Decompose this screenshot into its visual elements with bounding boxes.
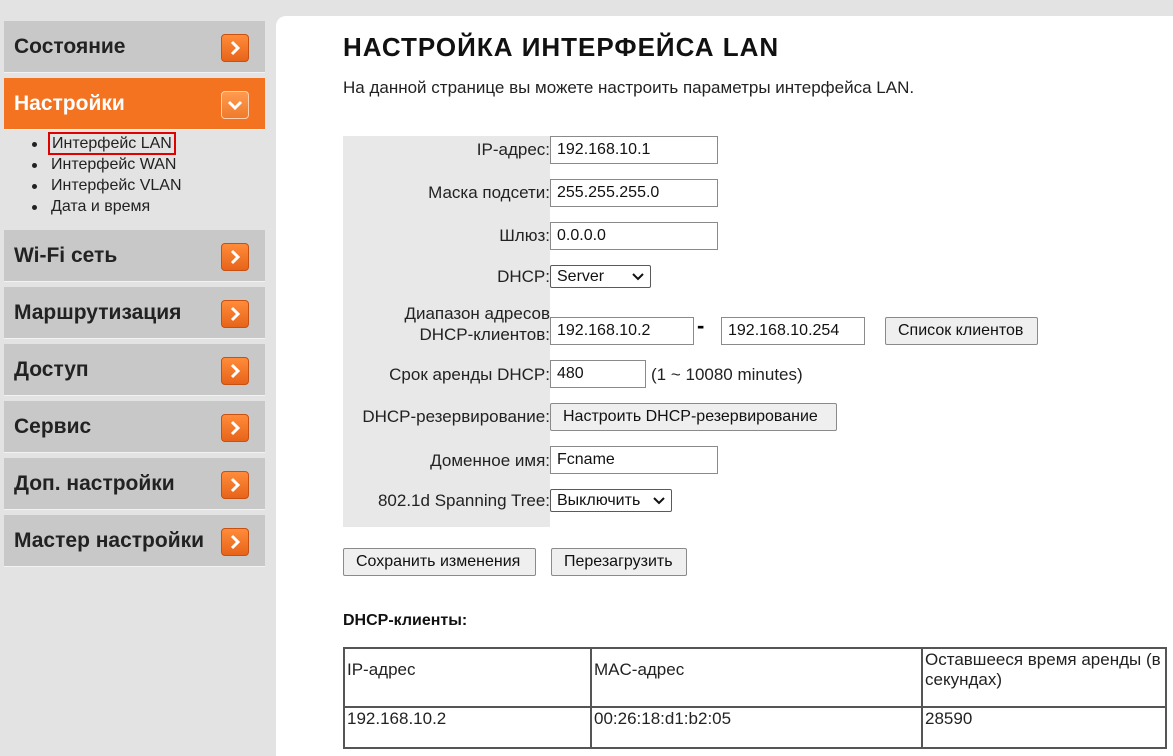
submenu-item-vlan[interactable]: Интерфейс VLAN xyxy=(30,175,182,196)
table-cell-ip: 192.168.10.2 xyxy=(343,706,592,749)
submenu-item-wan[interactable]: Интерфейс WAN xyxy=(30,154,182,175)
menu-item-label: Состояние xyxy=(14,35,126,58)
dhcp-range-start-input[interactable]: 192.168.10.2 xyxy=(550,317,694,345)
page-title: НАСТРОЙКА ИНТЕРФЕЙСА LAN xyxy=(343,32,780,62)
client-list-button[interactable]: Список клиентов xyxy=(885,317,1038,345)
menu-item-label: Wi-Fi сеть xyxy=(14,244,118,267)
dhcp-mode-select[interactable]: Server xyxy=(550,265,651,288)
menu-item-service[interactable]: Сервис xyxy=(4,401,265,453)
chevron-down-icon xyxy=(653,493,665,511)
column-header-mac: MAC-адрес xyxy=(590,647,923,708)
column-header-ip: IP-адрес xyxy=(343,647,592,708)
chevron-down-icon[interactable] xyxy=(221,91,249,119)
submenu-item-label[interactable]: Дата и время xyxy=(51,198,150,215)
submenu-item-datetime[interactable]: Дата и время xyxy=(30,196,182,217)
menu-item-status[interactable]: Состояние xyxy=(4,21,265,73)
dhcp-reservation-label: DHCP-резервирование: xyxy=(362,407,550,426)
table-cell-lease-remaining: 28590 xyxy=(921,706,1167,749)
menu-item-wizard[interactable]: Мастер настройки xyxy=(4,515,265,567)
table-header-row: IP-адрес MAC-адрес Оставшееся время арен… xyxy=(343,647,1167,708)
gateway-input[interactable]: 0.0.0.0 xyxy=(550,222,718,250)
menu-item-wifi[interactable]: Wi-Fi сеть xyxy=(4,230,265,282)
dhcp-reservation-button[interactable]: Настроить DHCP-резервирование xyxy=(550,403,837,431)
menu-item-label: Сервис xyxy=(14,415,92,438)
domain-name-label: Доменное имя: xyxy=(430,451,550,470)
dhcp-mode-value: Server xyxy=(557,268,605,285)
spanning-tree-select[interactable]: Выключить xyxy=(550,489,672,512)
chevron-right-icon[interactable] xyxy=(221,357,249,385)
gateway-label: Шлюз: xyxy=(499,226,550,245)
subnet-mask-input[interactable]: 255.255.255.0 xyxy=(550,179,718,207)
menu-item-access[interactable]: Доступ xyxy=(4,344,265,396)
lease-time-hint: (1 ~ 10080 minutes) xyxy=(651,365,803,384)
menu-item-settings[interactable]: Настройки xyxy=(4,78,265,130)
submenu-item-label[interactable]: Интерфейс LAN xyxy=(48,132,176,155)
spanning-tree-value: Выключить xyxy=(557,492,641,509)
column-header-lease-remaining: Оставшееся время аренды (в секундах) xyxy=(921,647,1167,708)
page-description: На данной странице вы можете настроить п… xyxy=(343,78,915,97)
submenu-item-lan[interactable]: Интерфейс LAN xyxy=(30,132,182,155)
lease-time-label: Срок аренды DHCP: xyxy=(389,365,550,384)
ip-address-input[interactable]: 192.168.10.1 xyxy=(550,136,718,164)
save-button[interactable]: Сохранить изменения xyxy=(343,548,536,576)
chevron-right-icon[interactable] xyxy=(221,243,249,271)
chevron-right-icon[interactable] xyxy=(221,471,249,499)
chevron-down-icon xyxy=(632,269,644,287)
domain-name-input[interactable]: Fcname xyxy=(550,446,718,474)
table-cell-mac: 00:26:18:d1:b2:05 xyxy=(590,706,923,749)
menu-item-label: Настройки xyxy=(14,92,125,115)
table-row: 192.168.10.2 00:26:18:d1:b2:05 28590 xyxy=(343,706,1167,749)
settings-submenu: Интерфейс LAN Интерфейс WAN Интерфейс VL… xyxy=(30,132,182,217)
lease-time-input[interactable]: 480 xyxy=(550,360,646,388)
dhcp-clients-title: DHCP-клиенты: xyxy=(343,612,468,629)
chevron-right-icon[interactable] xyxy=(221,528,249,556)
ip-label: IP-адрес: xyxy=(476,140,550,159)
subnet-mask-label: Маска подсети: xyxy=(428,183,550,202)
chevron-right-icon[interactable] xyxy=(221,300,249,328)
chevron-right-icon[interactable] xyxy=(221,34,249,62)
dhcp-range-label-line1: Диапазон адресов xyxy=(404,304,550,323)
spanning-tree-label: 802.1d Spanning Tree: xyxy=(377,491,550,510)
menu-item-label: Доступ xyxy=(14,358,89,381)
menu-item-label: Маршрутизация xyxy=(14,301,182,324)
dhcp-clients-table: IP-адрес MAC-адрес Оставшееся время арен… xyxy=(343,647,1167,749)
chevron-right-icon[interactable] xyxy=(221,414,249,442)
submenu-item-label[interactable]: Интерфейс VLAN xyxy=(51,177,182,194)
dhcp-range-end-input[interactable]: 192.168.10.254 xyxy=(721,317,865,345)
dhcp-label: DHCP: xyxy=(497,267,550,286)
menu-item-advanced[interactable]: Доп. настройки xyxy=(4,458,265,510)
submenu-item-label[interactable]: Интерфейс WAN xyxy=(51,156,176,173)
menu-item-label: Мастер настройки xyxy=(14,529,205,552)
main-panel: НАСТРОЙКА ИНТЕРФЕЙСА LAN На данной стран… xyxy=(276,16,1173,756)
range-separator: - xyxy=(697,313,705,338)
sidebar: Состояние Настройки Интерфейс LAN Интерф… xyxy=(0,0,276,756)
dhcp-range-label-line2: DHCP-клиентов: xyxy=(419,325,550,344)
menu-item-label: Доп. настройки xyxy=(14,472,175,495)
reboot-button[interactable]: Перезагрузить xyxy=(551,548,687,576)
menu-item-routing[interactable]: Маршрутизация xyxy=(4,287,265,339)
